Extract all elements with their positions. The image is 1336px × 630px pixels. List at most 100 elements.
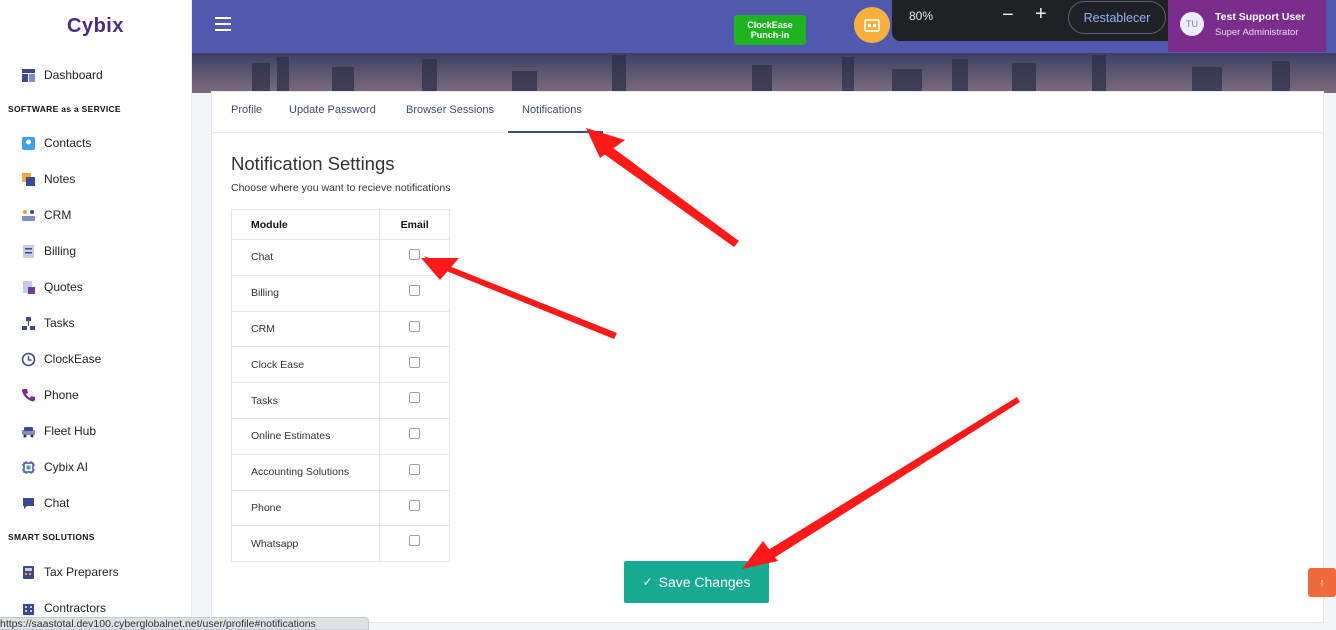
sidebar-item-label: Chat: [44, 496, 70, 510]
clockease-label-line1: ClockEase: [747, 20, 793, 30]
save-changes-label: Save Changes: [658, 574, 751, 590]
module-name: Online Estimates: [230, 417, 381, 455]
arrow-up-icon: ↑: [1319, 576, 1325, 589]
sidebar-item-clockease[interactable]: ClockEase: [0, 344, 192, 374]
dashboard-icon: [20, 67, 36, 83]
table-row: Whatsapp: [230, 525, 450, 563]
section-heading-smart: SMART SOLUTIONS: [8, 532, 95, 542]
sidebar-item-label: Tasks: [44, 316, 75, 330]
quotes-icon: [20, 279, 36, 295]
user-name: Test Support User: [1215, 11, 1306, 23]
save-changes-button[interactable]: ✓ Save Changes: [624, 561, 769, 603]
email-checkbox[interactable]: [409, 499, 421, 511]
clockease-label-line2: Punch-in: [750, 30, 790, 40]
sidebar-item-quotes[interactable]: Quotes: [0, 272, 192, 302]
zoom-level: 80%: [909, 9, 934, 23]
module-name: Whatsapp: [230, 525, 381, 563]
crm-icon: [20, 207, 36, 223]
zoom-in-button[interactable]: +: [1035, 3, 1047, 26]
table-row: Clock Ease: [230, 346, 450, 384]
page-subtitle: Choose where you want to recieve notific…: [231, 182, 451, 194]
sidebar-item-label: ClockEase: [44, 352, 102, 366]
email-checkbox[interactable]: [409, 392, 421, 404]
email-checkbox[interactable]: [409, 284, 421, 296]
user-role: Super Administrator: [1215, 27, 1299, 38]
email-checkbox[interactable]: [409, 535, 421, 547]
check-icon: ✓: [642, 575, 653, 589]
email-checkbox[interactable]: [409, 428, 421, 440]
column-header-module: Module: [230, 209, 381, 240]
sidebar-item-cybix-ai[interactable]: Cybix AI: [0, 452, 192, 482]
email-checkbox[interactable]: [409, 249, 421, 261]
zoom-reset-button[interactable]: Restablecer: [1068, 1, 1166, 34]
scroll-to-top-button[interactable]: ↑: [1308, 568, 1336, 597]
table-row: Tasks: [230, 382, 450, 419]
module-name: Accounting Solutions: [230, 453, 381, 491]
email-checkbox[interactable]: [409, 320, 421, 332]
email-cell: [379, 310, 450, 348]
sidebar: Cybix Dashboard SOFTWARE as a SERVICE Co…: [0, 0, 192, 630]
sidebar-item-label: Quotes: [44, 280, 83, 294]
module-name: Chat: [230, 239, 381, 276]
tab-browser-sessions[interactable]: Browser Sessions: [406, 104, 494, 116]
calendar-icon[interactable]: [854, 7, 890, 43]
table-row: Phone: [230, 489, 450, 527]
sidebar-item-billing[interactable]: Billing: [0, 236, 192, 266]
menu-toggle-icon[interactable]: [215, 17, 231, 31]
sidebar-item-label: Phone: [44, 388, 79, 402]
email-cell: [379, 489, 450, 527]
sidebar-item-tasks[interactable]: Tasks: [0, 308, 192, 338]
email-cell: [379, 346, 450, 384]
tab-update-password[interactable]: Update Password: [289, 104, 376, 116]
email-checkbox[interactable]: [409, 356, 421, 368]
user-menu[interactable]: TU Test Support User Super Administrator: [1168, 0, 1326, 52]
sidebar-item-label: Cybix AI: [44, 460, 89, 474]
building-icon: [20, 600, 36, 616]
sidebar-item-crm[interactable]: CRM: [0, 200, 192, 230]
table-row: CRM: [230, 310, 450, 348]
sidebar-item-dashboard[interactable]: Dashboard: [0, 60, 192, 90]
tab-profile[interactable]: Profile: [231, 104, 262, 116]
sidebar-item-label: CRM: [44, 208, 72, 222]
table-row: Billing: [230, 274, 450, 312]
notification-table: Module Email Chat Billing CRM Clock Ease Tas…: [230, 209, 450, 563]
sidebar-item-label: Contractors: [44, 601, 107, 615]
sidebar-item-label: Tax Preparers: [44, 565, 119, 579]
sidebar-item-phone[interactable]: Phone: [0, 380, 192, 410]
sidebar-item-fleet-hub[interactable]: Fleet Hub: [0, 416, 192, 446]
app-logo[interactable]: Cybix: [0, 0, 191, 52]
email-cell: [379, 417, 450, 455]
status-bar-url: https://saastotal.dev100.cyberglobalnet.…: [0, 617, 369, 630]
phone-icon: [20, 387, 36, 403]
module-name: Clock Ease: [230, 346, 381, 384]
profile-card: Profile Update Password Browser Sessions…: [211, 91, 1324, 623]
clockease-punch-in-button[interactable]: ClockEase Punch-in: [734, 15, 806, 45]
section-heading-saas: SOFTWARE as a SERVICE: [8, 104, 121, 114]
table-header-row: Module Email: [230, 209, 450, 240]
chat-icon: [20, 495, 36, 511]
header-banner-image: [192, 53, 1336, 93]
calculator-icon: [20, 564, 36, 580]
zoom-out-button[interactable]: −: [1002, 4, 1014, 27]
email-checkbox[interactable]: [409, 463, 421, 475]
browser-zoom-popup: 80% − + Restablecer: [892, 0, 1182, 41]
profile-tabs: Profile Update Password Browser Sessions…: [212, 92, 1323, 133]
sidebar-item-label: Fleet Hub: [44, 424, 97, 438]
sidebar-item-label: Billing: [44, 244, 77, 258]
sidebar-item-tax-preparers[interactable]: Tax Preparers: [0, 557, 192, 587]
sidebar-item-chat[interactable]: Chat: [0, 488, 192, 518]
tab-notifications[interactable]: Notifications: [522, 104, 582, 116]
table-row: Accounting Solutions: [230, 453, 450, 491]
active-tab-indicator: [508, 131, 603, 133]
sidebar-item-label: Notes: [44, 172, 76, 186]
sidebar-item-label: Dashboard: [44, 68, 103, 82]
column-header-email: Email: [379, 209, 450, 240]
notes-icon: [20, 171, 36, 187]
email-cell: [379, 453, 450, 491]
car-icon: [20, 423, 36, 439]
table-row: Online Estimates: [230, 417, 450, 455]
sidebar-item-contacts[interactable]: Contacts: [0, 128, 192, 158]
clock-icon: [20, 351, 36, 367]
table-row: Chat: [230, 239, 450, 276]
sidebar-item-notes[interactable]: Notes: [0, 164, 192, 194]
